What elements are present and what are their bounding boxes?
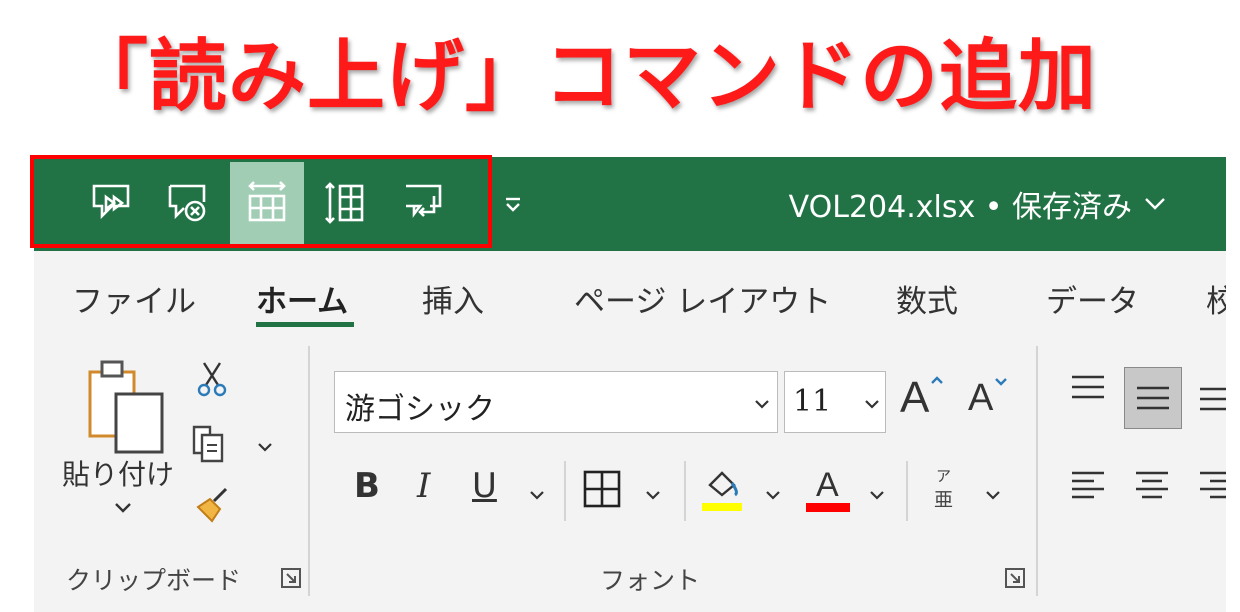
- font-color-button[interactable]: A: [816, 466, 839, 505]
- borders-dropdown-icon[interactable]: [644, 489, 662, 501]
- tab-page-layout[interactable]: ページ レイアウト: [574, 276, 831, 321]
- underline-button[interactable]: U: [472, 466, 497, 506]
- increase-arrow-icon: [931, 376, 943, 384]
- bold-button[interactable]: B: [354, 466, 380, 506]
- active-tab-indicator: [256, 322, 354, 327]
- speak-by-rows-button[interactable]: [230, 162, 304, 244]
- underline-dropdown-icon[interactable]: [528, 489, 546, 501]
- document-title-text: VOL204.xlsx • 保存済み: [788, 190, 1132, 225]
- clipboard-group-label: クリップボード: [66, 566, 242, 595]
- font-color-swatch: [806, 503, 850, 512]
- stop-speaking-icon: [168, 184, 206, 222]
- phonetic-top: ア: [936, 467, 952, 485]
- headline: 「読み上げ」コマンドの追加: [70, 32, 1098, 122]
- align-center-icon[interactable]: [1132, 467, 1172, 507]
- speak-cells-icon: [92, 184, 130, 220]
- font-separator: [564, 461, 566, 521]
- tab-home[interactable]: ホーム: [256, 276, 348, 321]
- group-separator: [1036, 346, 1038, 596]
- middle-align-button[interactable]: [1124, 367, 1182, 429]
- top-align-icon[interactable]: [1068, 369, 1108, 409]
- speak-on-enter-button[interactable]: [386, 162, 460, 244]
- middle-align-icon: [1137, 386, 1169, 410]
- title-bar: VOL204.xlsx • 保存済み: [34, 157, 1226, 251]
- font-size-dropdown-icon: [865, 400, 879, 409]
- align-left-icon[interactable]: [1068, 467, 1108, 507]
- tab-data[interactable]: データ: [1046, 276, 1139, 321]
- font-color-dropdown-icon[interactable]: [868, 489, 886, 501]
- font-size-value: 11: [793, 384, 832, 419]
- font-group-label: フォント: [600, 566, 701, 595]
- speak-on-enter-icon: [406, 184, 442, 218]
- copy-dropdown-icon[interactable]: [256, 441, 274, 453]
- borders-icon[interactable]: [582, 469, 622, 509]
- paste-dropdown-icon[interactable]: [112, 501, 134, 515]
- customize-qat-icon[interactable]: [502, 193, 524, 215]
- fill-color-icon[interactable]: [702, 465, 742, 513]
- bottom-align-icon[interactable]: [1196, 375, 1226, 415]
- paste-icon[interactable]: [86, 356, 168, 456]
- font-dialog-launcher-icon[interactable]: [1004, 567, 1026, 589]
- font-name-value: 游ゴシック: [345, 392, 495, 427]
- decrease-arrow-icon: [995, 378, 1007, 386]
- speak-by-rows-icon: [248, 181, 286, 222]
- fill-color-dropdown-icon[interactable]: [764, 489, 782, 501]
- font-size-select[interactable]: 11: [784, 371, 886, 433]
- font-separator: [906, 461, 908, 521]
- paste-label[interactable]: 貼り付け: [62, 453, 174, 493]
- tab-formulas[interactable]: 数式: [896, 276, 958, 321]
- stop-speaking-button[interactable]: [150, 162, 224, 244]
- ribbon-tabs: ファイル ホーム 挿入 ページ レイアウト 数式 データ 校: [34, 251, 1226, 339]
- quick-access-toolbar: [34, 157, 494, 251]
- font-name-select[interactable]: 游ゴシック: [334, 371, 778, 433]
- speak-cells-button[interactable]: [74, 162, 148, 244]
- phonetic-guide-button[interactable]: 亜: [934, 485, 953, 512]
- tab-insert[interactable]: 挿入: [422, 276, 484, 321]
- ribbon: ファイル ホーム 挿入 ページ レイアウト 数式 データ 校 貼り付け クリップ…: [34, 251, 1226, 612]
- clipboard-dialog-launcher-icon[interactable]: [280, 567, 302, 589]
- increase-font-size-button[interactable]: A: [900, 373, 929, 423]
- tab-review[interactable]: 校: [1206, 276, 1226, 321]
- cut-icon[interactable]: [192, 359, 232, 399]
- speak-by-columns-icon: [325, 182, 364, 224]
- italic-button[interactable]: I: [417, 466, 430, 506]
- group-separator: [308, 346, 310, 596]
- format-painter-icon[interactable]: [192, 485, 232, 525]
- copy-icon[interactable]: [190, 423, 230, 463]
- phonetic-dropdown-icon[interactable]: [984, 489, 1002, 501]
- tab-file[interactable]: ファイル: [72, 276, 196, 321]
- speak-by-columns-button[interactable]: [308, 162, 382, 244]
- chevron-down-icon: [1145, 198, 1165, 210]
- decrease-font-size-button[interactable]: A: [968, 377, 993, 420]
- align-right-icon[interactable]: [1196, 467, 1226, 507]
- font-separator: [684, 461, 686, 521]
- document-title[interactable]: VOL204.xlsx • 保存済み: [789, 157, 1166, 251]
- font-name-dropdown-icon: [755, 400, 769, 409]
